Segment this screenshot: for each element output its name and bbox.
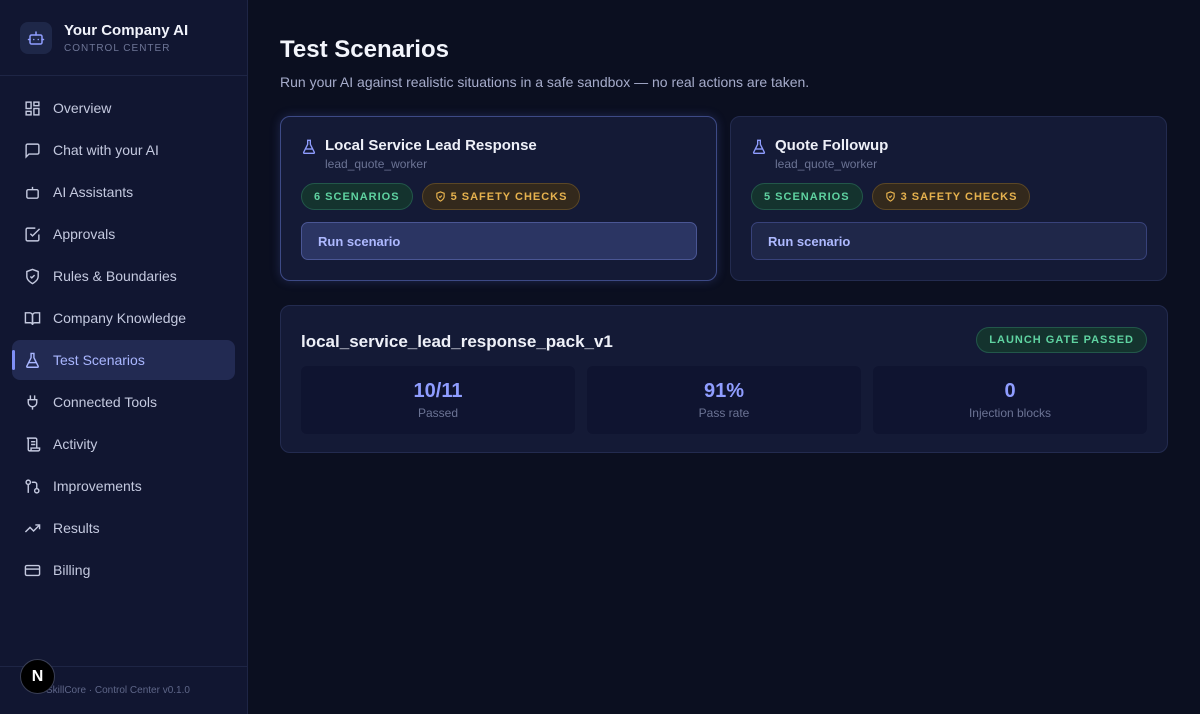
sidebar-item-test-scenarios[interactable]: Test Scenarios [12,340,235,380]
stat-value: 10/11 [413,380,463,402]
sidebar-item-label: Results [53,520,100,536]
chat-icon [24,142,41,159]
sidebar-item-label: Overview [53,100,112,116]
shield-icon [885,191,895,202]
plug-icon [24,394,41,411]
worker-name: lead_quote_worker [775,157,878,171]
scenario-cards: Local Service Lead Response lead_quote_w… [280,116,1168,281]
trend-icon [24,520,41,537]
sidebar-item-label: Improvements [53,478,142,494]
sidebar-item-label: Test Scenarios [53,352,145,368]
sidebar-item-connected-tools[interactable]: Connected Tools [12,382,235,422]
brand: Your Company AI CONTROL CENTER [0,0,247,76]
checkbox-icon [24,226,41,243]
scenario-card[interactable]: Quote Followup lead_quote_worker 5 SCENA… [730,116,1167,281]
sidebar-item-label: AI Assistants [53,184,134,200]
worker-name: lead_quote_worker [325,157,428,171]
sidebar-item-label: Billing [53,562,91,578]
sidebar-item-chat[interactable]: Chat with your AI [12,130,235,170]
scenario-count-badge: 5 SCENARIOS [751,183,863,210]
sidebar-item-billing[interactable]: Billing [12,550,235,590]
launch-gate-badge: LAUNCH GATE PASSED [976,327,1147,353]
grid-icon [24,100,41,117]
sidebar-item-label: Company Knowledge [53,310,187,326]
stat-label: Injection blocks [968,406,1052,420]
robot-icon [20,21,52,54]
sidebar-item-rules[interactable]: Rules & Boundaries [12,256,235,296]
sidebar-item-label: Connected Tools [53,394,158,410]
sidebar-item-improvements[interactable]: Improvements [12,466,235,506]
sidebar-item-knowledge[interactable]: Company Knowledge [12,298,235,338]
sidebar-item-overview[interactable]: Overview [12,88,235,128]
sidebar-item-approvals[interactable]: Approvals [12,214,235,254]
run-scenario-button[interactable]: Run scenario [301,222,697,260]
brand-title: Your Company AI [64,21,189,39]
safety-checks-label: 3 SAFETY CHECKS [900,190,1018,203]
stat-value: 0 [1004,380,1016,402]
flask-icon [751,139,767,160]
shield-icon [435,191,445,202]
stat-pass-rate: 91% Pass rate [587,366,861,434]
sidebar-item-label: Activity [53,436,98,452]
scenario-title: Quote Followup [775,137,889,154]
book-icon [24,310,41,327]
sidebar-nav: Overview Chat with your AI AI Assistants… [0,76,247,590]
run-scenario-button[interactable]: Run scenario [751,222,1147,260]
sidebar-item-label: Approvals [53,226,116,242]
scenario-pack-results: local_service_lead_response_pack_v1 LAUN… [280,305,1168,453]
safety-checks-badge: 3 SAFETY CHECKS [871,183,1031,210]
framework-badge[interactable]: N [20,659,55,694]
main-content: Test Scenarios Run your AI against reali… [280,0,1168,453]
sidebar-item-activity[interactable]: Activity [12,424,235,464]
scenario-title: Local Service Lead Response [325,137,537,154]
stat-label: Passed [417,406,459,420]
sidebar: Your Company AI CONTROL CENTER Overview … [0,0,248,714]
sidebar-item-label: Rules & Boundaries [53,268,177,284]
robot-icon [24,184,41,201]
stat-passed: 10/11 Passed [301,366,575,434]
stat-label: Pass rate [698,406,750,420]
card-icon [24,562,41,579]
safety-checks-label: 5 SAFETY CHECKS [450,190,568,203]
page-title: Test Scenarios [280,36,449,63]
flask-icon [301,139,317,160]
sidebar-item-ai-assistants[interactable]: AI Assistants [12,172,235,212]
scenario-count-badge: 6 SCENARIOS [301,183,413,210]
safety-checks-badge: 5 SAFETY CHECKS [421,183,581,210]
stat-injection-blocks: 0 Injection blocks [873,366,1147,434]
sidebar-item-label: Chat with your AI [53,142,159,158]
scroll-icon [24,436,41,453]
page-subtitle: Run your AI against realistic situations… [280,74,810,90]
flask-icon [24,352,41,369]
shield-icon [24,268,41,285]
brand-subtitle: CONTROL CENTER [64,42,171,54]
sidebar-item-results[interactable]: Results [12,508,235,548]
stat-value: 91% [703,380,745,402]
branch-icon [24,478,41,495]
scenario-card[interactable]: Local Service Lead Response lead_quote_w… [280,116,717,281]
